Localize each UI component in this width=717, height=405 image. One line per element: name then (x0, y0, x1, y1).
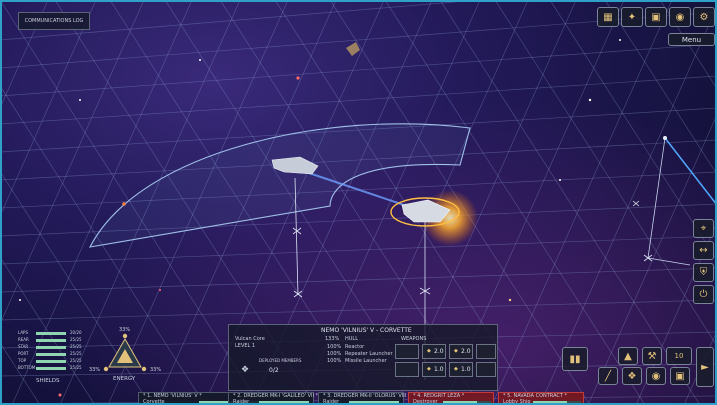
shield-row-name: REAR (18, 337, 29, 342)
fleet-tab-5[interactable]: * 5. NAVADA CONTRACT * Lobby Ship (498, 392, 584, 405)
shield-row-bar (36, 367, 66, 370)
shield-row-name: LAPS (18, 330, 29, 335)
shield-row: TOP 25/25 (18, 358, 88, 365)
gear-icon[interactable]: ⚙ (693, 7, 715, 27)
ship-level: LEVEL 1 (235, 343, 256, 349)
crew-value: 0/2 (269, 367, 279, 374)
shield-row-bar (36, 332, 66, 335)
weapon-slot-2[interactable]: ◆ 2.0 (449, 344, 473, 359)
shield-row-name: PORT (18, 351, 29, 356)
shield-row: REAR 25/25 (18, 337, 88, 344)
shields-label: SHIELDS (36, 378, 60, 384)
weapon-slot-4[interactable]: ◆ 1.0 (449, 362, 473, 377)
evade-button[interactable]: ▲ (618, 347, 638, 365)
shield-row-value: 25/25 (70, 365, 82, 370)
communications-log-button[interactable]: COMMUNICATIONS LOG (18, 12, 90, 30)
action-panel: ▮▮ ▲ ⚒ 10 ► ╱ ❖ ◉ ▣ (560, 345, 717, 391)
energy-left-pct: 33% (89, 367, 101, 373)
shield-row: BOTTOM 25/25 (18, 365, 88, 372)
energy-label: ENERGY (113, 376, 136, 382)
ship-core: Vulcan Core (235, 336, 265, 342)
action-counter: 10 (674, 352, 684, 360)
menu-label: Menu (681, 35, 702, 44)
communications-log-label: COMMUNICATIONS LOG (24, 18, 84, 24)
system-pct: 100% (327, 351, 342, 357)
crosshair-icon[interactable]: ⌖ (693, 219, 714, 238)
energy-top-pct: 33% (119, 327, 131, 333)
expand-icon[interactable]: ↔ (693, 241, 714, 260)
repair-button[interactable]: ⚒ (642, 347, 662, 365)
weapon-slot-empty[interactable] (395, 344, 419, 359)
system-name: Missile Launcher (345, 358, 387, 364)
shield-row-name: STAR (18, 344, 29, 349)
energy-right-pct: 33% (150, 367, 162, 373)
weapon-slot-empty-3[interactable] (395, 362, 419, 377)
system-name: Reactor (345, 344, 365, 350)
scan-button[interactable]: ◉ (646, 367, 666, 385)
shield-row-name: BOTTOM (18, 365, 36, 370)
power-icon[interactable]: ⏻ (693, 285, 714, 304)
fleet-tab-4[interactable]: * 4. REDGRIT LEZA * Destroyer (408, 392, 494, 405)
system-name: Repeater Launcher (345, 351, 393, 357)
weapon-slot-empty-2[interactable] (476, 344, 496, 359)
crew-action-button[interactable]: 10 (666, 347, 692, 365)
shield-row: PORT 25/25 (18, 351, 88, 358)
system-pct: 100% (327, 344, 342, 350)
weapon-slot-1[interactable]: ◆ 2.0 (422, 344, 446, 359)
system-pct: 100% (327, 358, 342, 364)
shield-row-value: 25/25 (70, 337, 82, 342)
end-turn-button[interactable]: ► (696, 347, 714, 387)
shield-row-value: 20/20 (70, 330, 82, 335)
ship-info-panel: NEMO 'VILNIUS' V - CORVETTE Vulcan Core … (228, 324, 498, 391)
map-icon[interactable]: ▦ (597, 7, 619, 27)
weapon-slot-3[interactable]: ◆ 1.0 (422, 362, 446, 377)
shield-icon[interactable]: ⛨ (693, 263, 714, 282)
ship-icon[interactable]: ✦ (621, 7, 643, 27)
shield-row-bar (36, 339, 66, 342)
hull-pct: 133% (325, 336, 340, 342)
weapon-slot-empty-4[interactable] (476, 362, 496, 377)
shield-row-bar (36, 360, 66, 363)
shield-row-value: 25/25 (70, 358, 82, 363)
menu-button[interactable]: Menu (668, 33, 715, 46)
shield-row-bar (36, 353, 66, 356)
screen-icon[interactable]: ▣ (645, 7, 667, 27)
fleet-tab-2[interactable]: * 2. DREDGER MK-I 'GALILEO' VII * Raider (228, 392, 318, 405)
fire-button[interactable]: ╱ (598, 367, 618, 385)
skip-turn-button[interactable]: ▮▮ (562, 347, 588, 371)
weapons-label: WEAPONS (401, 336, 427, 342)
shield-row: STAR 25/25 (18, 344, 88, 351)
target-icon[interactable]: ◉ (669, 7, 691, 27)
ship-title: NEMO 'VILNIUS' V - CORVETTE (321, 327, 412, 334)
crew-label: DEPLOYED MEMBERS (259, 358, 302, 363)
hull-label: HULL (345, 336, 358, 342)
fleet-tab-3[interactable]: * 3. DREDGER MK-II 'OLORUS' VIII * Raide… (318, 392, 410, 405)
mine-button[interactable]: ▣ (670, 367, 690, 385)
energy-triangle: 33% 33% 33% ENERGY (89, 325, 165, 385)
shield-row: LAPS 20/20 (18, 330, 88, 337)
shield-row-value: 25/25 (70, 344, 82, 349)
shield-row-value: 25/25 (70, 351, 82, 356)
shield-row-name: TOP (18, 358, 27, 363)
crew-icon: ❖ (241, 365, 250, 375)
boost-button[interactable]: ❖ (622, 367, 642, 385)
shield-row-bar (36, 346, 66, 349)
